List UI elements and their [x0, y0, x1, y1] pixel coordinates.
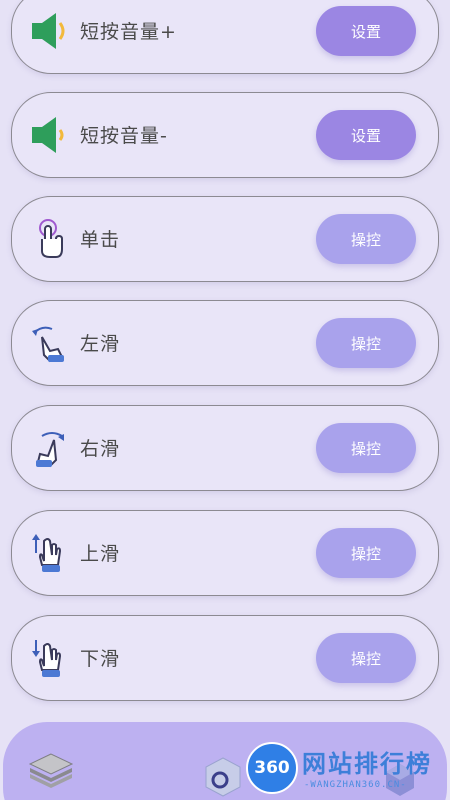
action-card-swipe-right: 右滑 操控 [11, 405, 439, 491]
control-button[interactable]: 操控 [316, 633, 416, 683]
action-card-tap: 单击 操控 [11, 196, 439, 282]
control-button[interactable]: 操控 [316, 318, 416, 368]
watermark-subtitle: -WANGZHAN360.CN- [304, 780, 407, 790]
action-label: 单击 [80, 229, 121, 251]
action-card-swipe-down: 下滑 操控 [11, 615, 439, 701]
set-button[interactable]: 设置 [316, 110, 416, 160]
action-card-swipe-up: 上滑 操控 [11, 510, 439, 596]
action-label: 短按音量- [80, 125, 168, 147]
watermark-logo: 360 网站排行榜 -WANGZHAN360.CN- [246, 740, 446, 800]
hand-swipe-right-icon [36, 432, 64, 468]
action-label: 短按音量+ [80, 21, 177, 43]
cube-icon[interactable] [200, 754, 246, 800]
speaker-volume-down-icon [32, 117, 64, 153]
hand-tap-icon [39, 219, 63, 258]
layers-icon[interactable] [26, 748, 76, 794]
watermark-badge: 360 [246, 742, 298, 794]
hand-swipe-down-icon [32, 640, 62, 677]
action-label: 左滑 [80, 333, 121, 355]
hand-swipe-up-icon [32, 534, 62, 572]
control-button[interactable]: 操控 [316, 528, 416, 578]
hand-swipe-left-icon [32, 326, 64, 363]
action-label: 右滑 [80, 438, 121, 460]
control-button[interactable]: 操控 [316, 423, 416, 473]
action-card-swipe-left: 左滑 操控 [11, 300, 439, 386]
watermark-title: 网站排行榜 [302, 750, 432, 778]
action-card-volume-up: 短按音量+ 设置 [11, 0, 439, 74]
set-button[interactable]: 设置 [316, 6, 416, 56]
action-label: 下滑 [80, 648, 121, 670]
speaker-volume-up-icon [32, 13, 65, 49]
action-card-volume-down: 短按音量- 设置 [11, 92, 439, 178]
action-label: 上滑 [80, 543, 121, 565]
control-button[interactable]: 操控 [316, 214, 416, 264]
